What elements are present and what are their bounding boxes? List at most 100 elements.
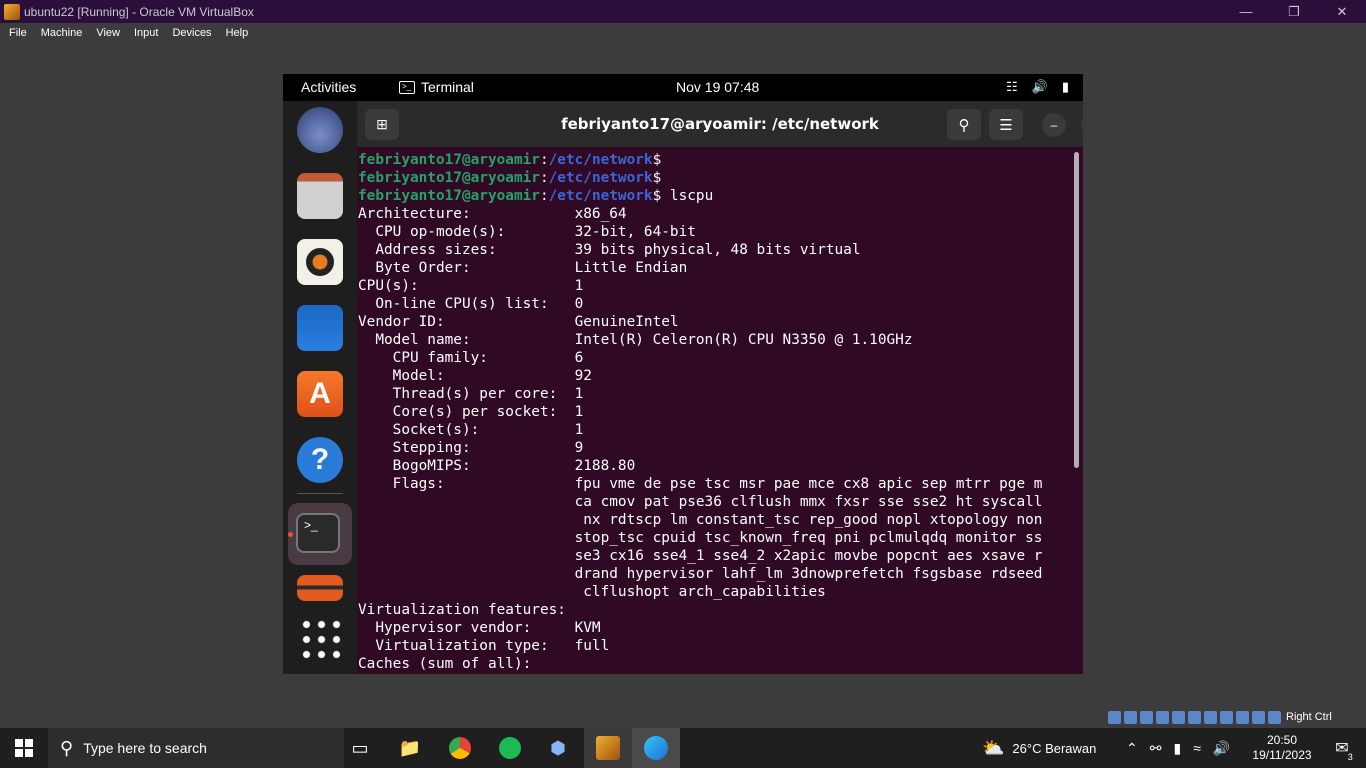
activities-button[interactable]: Activities (301, 79, 356, 95)
terminal-line: Hypervisor vendor: KVM (358, 620, 601, 636)
vm-display[interactable]: Activities >_ Terminal Nov 19 07:48 ☷ 🔊 … (283, 74, 1083, 674)
terminal-line: Caches (sum of all): (358, 656, 532, 672)
writer-icon[interactable] (297, 305, 343, 351)
hdd-icon[interactable] (1108, 710, 1121, 724)
terminal-scrollbar[interactable] (1074, 152, 1079, 468)
recording-icon[interactable] (1220, 710, 1233, 724)
taskbar-time: 20:50 (1266, 733, 1298, 747)
terminal-headerbar: ⊞ febriyanto17@aryoamir: /etc/network ⚲ … (357, 101, 1083, 147)
terminal-line: Socket(s): 1 (358, 422, 584, 438)
spotify-icon[interactable] (486, 728, 534, 768)
menu-bar: File Machine View Input Devices Help (0, 23, 1366, 42)
search-button[interactable]: ⚲ (947, 109, 981, 140)
terminal-line: Model: 92 (358, 368, 592, 384)
prompt-path: /etc/network (548, 170, 653, 186)
prompt-path: /etc/network (548, 152, 653, 168)
prompt-command: $ (652, 152, 662, 168)
menu-devices[interactable]: Devices (163, 27, 216, 39)
mouse-integration-icon[interactable] (1252, 710, 1265, 724)
dock: A ? >_ (283, 101, 357, 674)
notification-icon: ✉ 3 (1335, 740, 1355, 762)
show-apps-icon[interactable] (299, 617, 343, 661)
terminal-dock-icon[interactable]: >_ (296, 513, 340, 553)
prompt-command: $ (652, 170, 662, 186)
windows-taskbar: ⚲ Type here to search ▭ 📁 ⬢ ⛅ 26°C Beraw… (0, 728, 1366, 768)
chevron-up-icon[interactable]: ⌃ (1126, 740, 1138, 757)
thunderbird-icon[interactable] (297, 107, 343, 153)
terminal-line: stop_tsc cpuid tsc_known_freq pni pclmul… (358, 530, 1043, 546)
clock-widget[interactable]: 20:50 19/11/2023 (1252, 728, 1312, 768)
terminal-line: CPU op-mode(s): 32-bit, 64-bit (358, 224, 696, 240)
edge-icon[interactable] (632, 728, 680, 768)
terminal-line: Architecture: x86_64 (358, 206, 627, 222)
menu-help[interactable]: Help (217, 27, 254, 39)
file-explorer-icon[interactable]: 📁 (386, 728, 434, 768)
minimize-button[interactable]: — (1222, 0, 1270, 23)
prompt-separator: : (539, 152, 549, 168)
system-tray[interactable]: ☷ 🔊 ▮ (1006, 79, 1069, 95)
terminal-line: On-line CPU(s) list: 0 (358, 296, 584, 312)
terminal-line: Address sizes: 39 bits physical, 48 bits… (358, 242, 861, 258)
gnome-top-bar: Activities >_ Terminal Nov 19 07:48 ☷ 🔊 … (283, 74, 1083, 101)
files-icon[interactable] (297, 173, 343, 219)
prompt-user: febriyanto17@aryoamir (358, 152, 540, 168)
battery-icon: ▮ (1061, 79, 1069, 94)
terminal-line: Virtualization features: (358, 602, 566, 618)
window-titlebar: ubuntu22 [Running] - Oracle VM VirtualBo… (0, 0, 1366, 23)
display-icon[interactable] (1204, 710, 1217, 724)
network-icon: ☷ (1006, 79, 1018, 94)
trash-icon[interactable] (297, 575, 343, 601)
terminal-line: Model name: Intel(R) Celeron(R) CPU N335… (358, 332, 913, 348)
clock[interactable]: Nov 19 07:48 (676, 79, 759, 95)
close-button[interactable]: ✕ (1318, 0, 1366, 23)
weather-text: 26°C Berawan (1012, 740, 1097, 756)
cpu-icon[interactable] (1236, 710, 1249, 724)
usb-tray-icon[interactable]: ⚯ (1150, 740, 1162, 757)
network-adapter-icon[interactable] (1156, 710, 1169, 724)
speaker-icon[interactable]: 🔊 (1213, 740, 1230, 757)
restore-button[interactable]: ❐ (1270, 0, 1318, 23)
terminal-line: se3 cx16 sse4_1 sse4_2 x2apic movbe popc… (358, 548, 1043, 564)
virtualbox-taskbar-icon[interactable]: ⬢ (534, 728, 582, 768)
shared-folders-icon[interactable] (1188, 710, 1201, 724)
menu-input[interactable]: Input (125, 27, 163, 39)
volume-icon: 🔊 (1031, 79, 1048, 94)
terminal-minimize-button[interactable]: – (1042, 113, 1066, 137)
terminal-line: BogoMIPS: 2188.80 (358, 458, 636, 474)
terminal-output[interactable]: febriyanto17@aryoamir:/etc/network$ febri… (357, 147, 1083, 674)
dock-separator (297, 493, 343, 494)
terminal-line: drand hypervisor lahf_lm 3dnowprefetch f… (358, 566, 1043, 582)
hamburger-menu-button[interactable]: ☰ (989, 109, 1023, 140)
software-icon[interactable]: A (297, 371, 343, 417)
prompt-separator: : (539, 188, 549, 204)
terminal-line: nx rdtscp lm constant_tsc rep_good nopl … (358, 512, 1043, 528)
search-placeholder: Type here to search (83, 740, 207, 756)
terminal-icon: >_ (399, 80, 415, 94)
chrome-icon[interactable] (436, 728, 484, 768)
usb-icon[interactable] (1172, 710, 1185, 724)
rhythmbox-icon[interactable] (297, 239, 343, 285)
running-indicator (288, 532, 293, 537)
app-menu[interactable]: >_ Terminal (399, 79, 474, 95)
help-icon[interactable]: ? (297, 437, 343, 483)
start-button[interactable] (0, 728, 48, 768)
menu-view[interactable]: View (87, 27, 125, 39)
battery-tray-icon[interactable]: ▮ (1173, 740, 1181, 757)
windows-logo-icon (15, 739, 33, 757)
menu-file[interactable]: File (0, 27, 32, 39)
audio-icon[interactable] (1140, 710, 1153, 724)
optical-drive-icon[interactable] (1124, 710, 1137, 724)
virtualbox-vm-taskbar-icon[interactable] (584, 728, 632, 768)
terminal-line: febriyanto17@aryoamir:/etc/network$ (358, 169, 1083, 187)
weather-widget[interactable]: ⛅ 26°C Berawan (982, 728, 1096, 768)
notification-center[interactable]: ✉ 3 (1322, 728, 1362, 768)
task-view-icon[interactable]: ▭ (336, 728, 384, 768)
prompt-user: febriyanto17@aryoamir (358, 170, 540, 186)
menu-machine[interactable]: Machine (32, 27, 88, 39)
keyboard-icon[interactable] (1268, 710, 1281, 724)
terminal-line: CPU family: 6 (358, 350, 584, 366)
wifi-icon[interactable]: ≈ (1193, 740, 1201, 756)
taskbar-search[interactable]: ⚲ Type here to search (48, 728, 344, 768)
terminal-line: febriyanto17@aryoamir:/etc/network$ (358, 151, 1083, 169)
prompt-user: febriyanto17@aryoamir (358, 188, 540, 204)
